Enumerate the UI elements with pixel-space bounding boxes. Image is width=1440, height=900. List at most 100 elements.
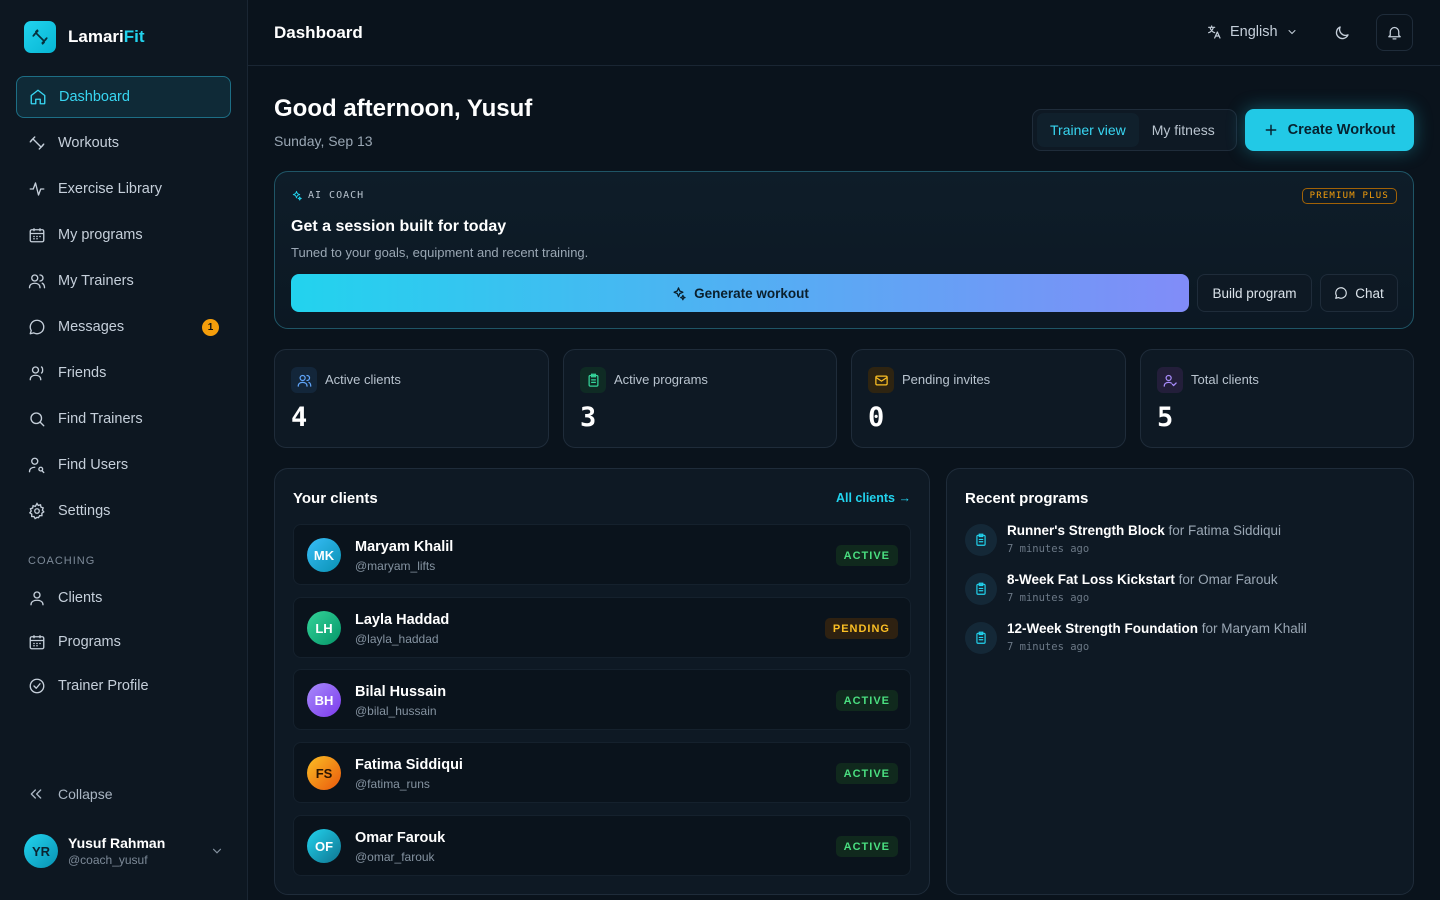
client-row[interactable]: FS Fatima Siddiqui @fatima_runs ACTIVE xyxy=(293,742,911,803)
clipboard-icon xyxy=(965,622,997,654)
sidebar-item-label: Friends xyxy=(58,365,107,381)
user-handle: @coach_yusuf xyxy=(68,853,148,867)
tab-trainer-view[interactable]: Trainer view xyxy=(1037,113,1139,147)
stat-value: 3 xyxy=(580,402,597,433)
tab-my-fitness[interactable]: My fitness xyxy=(1139,113,1228,147)
sidebar-item-label: Find Users xyxy=(58,457,129,473)
user-icon xyxy=(30,591,44,606)
sidebar-item-my-trainers[interactable]: My Trainers xyxy=(16,260,231,302)
sidebar-item-settings[interactable]: Settings xyxy=(16,490,231,532)
sidebar-item-programs[interactable]: Programs xyxy=(16,622,231,662)
sidebar-item-find-trainers[interactable]: Find Trainers xyxy=(16,398,231,440)
program-item[interactable]: Runner's Strength Block for Fatima Siddi… xyxy=(965,521,1395,561)
client-row[interactable]: OF Omar Farouk @omar_farouk ACTIVE xyxy=(293,815,911,876)
user-check-icon xyxy=(1157,367,1183,393)
sidebar-item-label: Clients xyxy=(58,590,103,606)
generate-workout-button[interactable]: Generate workout xyxy=(291,274,1189,312)
activity-icon xyxy=(29,182,45,196)
sidebar-item-clients[interactable]: Clients xyxy=(16,578,231,618)
clipboard-icon xyxy=(580,367,606,393)
moon-icon xyxy=(1335,26,1349,40)
client-name: Omar Farouk xyxy=(355,830,446,846)
program-title: Runner's Strength Block for Fatima Siddi… xyxy=(1007,523,1282,538)
sidebar-item-friends[interactable]: Friends xyxy=(16,352,231,394)
user-menu[interactable]: YR Yusuf Rahman @coach_yusuf xyxy=(24,834,224,868)
coaching-section-label: COACHING xyxy=(28,555,96,567)
sidebar-item-trainer-profile[interactable]: Trainer Profile xyxy=(16,666,231,706)
client-handle: @bilal_hussain xyxy=(355,704,437,718)
clients-panel-title: Your clients xyxy=(293,490,378,507)
sidebar-item-label: My programs xyxy=(58,227,143,243)
sidebar-item-label: Programs xyxy=(58,634,121,650)
program-title: 12-Week Strength Foundation for Maryam K… xyxy=(1007,621,1307,636)
user-search-icon xyxy=(28,457,45,474)
language-label: English xyxy=(1230,24,1278,40)
collapse-button[interactable]: Collapse xyxy=(28,786,112,802)
sidebar-item-label: Messages xyxy=(58,319,125,335)
language-select[interactable]: English xyxy=(1206,24,1298,40)
avatar: LH xyxy=(307,611,341,645)
create-workout-button[interactable]: Create Workout xyxy=(1245,109,1414,151)
gear-icon xyxy=(28,502,45,520)
ai-coach-tag-label: AI COACH xyxy=(308,190,365,201)
stat-active-clients[interactable]: Active clients 4 xyxy=(274,349,549,448)
collapse-label: Collapse xyxy=(58,786,113,802)
home-icon xyxy=(30,89,46,105)
client-name: Layla Haddad xyxy=(355,612,450,628)
sidebar-item-messages[interactable]: Messages 1 xyxy=(16,306,231,348)
status-badge: PENDING xyxy=(824,618,898,639)
avatar: FS xyxy=(307,756,341,790)
stat-active-programs[interactable]: Active programs 3 xyxy=(563,349,837,448)
page-title: Dashboard xyxy=(274,23,363,42)
ai-coach-card: AI COACH PREMIUM PLUS Get a session buil… xyxy=(274,171,1414,329)
clipboard-icon xyxy=(965,524,997,556)
sidebar-item-label: Exercise Library xyxy=(58,181,162,197)
ai-coach-title: Get a session built for today xyxy=(291,218,507,235)
all-clients-link[interactable]: All clients → xyxy=(836,491,911,505)
stat-total-clients[interactable]: Total clients 5 xyxy=(1140,349,1414,448)
view-toggle: Trainer view My fitness xyxy=(1032,109,1237,151)
chat-button[interactable]: Chat xyxy=(1320,274,1398,312)
theme-toggle[interactable] xyxy=(1333,24,1351,42)
generate-workout-label: Generate workout xyxy=(694,285,809,301)
sidebar-item-label: My Trainers xyxy=(58,273,134,289)
top-bar: Dashboard English xyxy=(248,0,1440,66)
recent-programs-panel: Recent programs Runner's Strength Block … xyxy=(946,468,1414,895)
sidebar-item-label: Trainer Profile xyxy=(58,678,149,694)
stat-pending-invites[interactable]: Pending invites 0 xyxy=(851,349,1126,448)
program-item[interactable]: 8-Week Fat Loss Kickstart for Omar Farou… xyxy=(965,570,1395,610)
client-row[interactable]: MK Maryam Khalil @maryam_lifts ACTIVE xyxy=(293,524,911,585)
sidebar-item-workouts[interactable]: Workouts xyxy=(16,122,231,164)
sparkles-icon xyxy=(292,190,302,201)
badge-check-icon xyxy=(29,678,45,694)
status-badge: ACTIVE xyxy=(835,836,898,857)
chevrons-left-icon xyxy=(30,789,42,799)
create-workout-label: Create Workout xyxy=(1287,122,1396,138)
stat-label: Active clients xyxy=(325,372,401,387)
build-program-button[interactable]: Build program xyxy=(1197,274,1312,312)
unread-badge: 1 xyxy=(202,319,219,336)
program-title: 8-Week Fat Loss Kickstart for Omar Farou… xyxy=(1007,572,1278,587)
status-badge: ACTIVE xyxy=(835,690,898,711)
notifications-button[interactable] xyxy=(1376,14,1413,51)
program-item[interactable]: 12-Week Strength Foundation for Maryam K… xyxy=(965,619,1395,659)
avatar: YR xyxy=(24,834,58,868)
program-time: 7 minutes ago xyxy=(1007,641,1090,653)
client-row[interactable]: LH Layla Haddad @layla_haddad PENDING xyxy=(293,597,911,658)
bell-icon xyxy=(1388,26,1401,40)
sidebar-item-dashboard[interactable]: Dashboard xyxy=(16,76,231,118)
sparkles-icon xyxy=(673,286,686,300)
stat-label: Active programs xyxy=(614,372,708,387)
client-row[interactable]: BH Bilal Hussain @bilal_hussain ACTIVE xyxy=(293,669,911,730)
status-badge: ACTIVE xyxy=(835,545,898,566)
sidebar-item-find-users[interactable]: Find Users xyxy=(16,444,231,486)
brand-name: LamariFit xyxy=(68,27,145,46)
users-icon xyxy=(28,274,46,289)
plus-icon xyxy=(1265,124,1277,136)
brand[interactable]: LamariFit xyxy=(24,21,145,53)
sidebar-item-label: Dashboard xyxy=(59,89,130,105)
sidebar-item-exercise-library[interactable]: Exercise Library xyxy=(16,168,231,210)
sidebar-item-my-programs[interactable]: My programs xyxy=(16,214,231,256)
stat-value: 4 xyxy=(291,402,308,433)
client-handle: @fatima_runs xyxy=(355,777,430,791)
